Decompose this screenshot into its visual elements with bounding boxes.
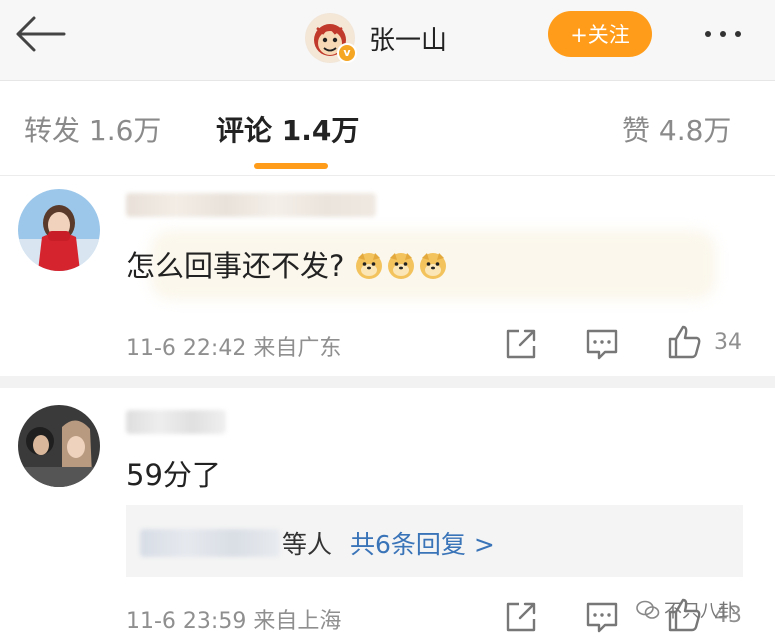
- comment-text: 怎么回事还不发?: [126, 243, 450, 285]
- user-photo: [18, 405, 100, 487]
- comment-icon[interactable]: [584, 326, 620, 362]
- comment-body: 59分了: [126, 458, 221, 492]
- share-icon[interactable]: [503, 326, 539, 362]
- commenter-avatar[interactable]: [18, 189, 100, 271]
- comment-body: 怎么回事还不发?: [126, 249, 345, 283]
- commenter-name-redacted[interactable]: [126, 410, 226, 434]
- share-icon[interactable]: [503, 599, 539, 635]
- account-avatar[interactable]: v: [305, 13, 357, 63]
- like-icon[interactable]: [666, 324, 702, 360]
- top-bar: v 张一山 +关注: [0, 0, 775, 81]
- replies-summary[interactable]: 等人 共6条回复 >: [126, 505, 743, 577]
- more-icon: [705, 31, 711, 37]
- comment-time-location: 11-6 22:42 来自广东: [126, 336, 342, 361]
- like-count: 34: [714, 330, 742, 355]
- doge-emoji-icon: [355, 253, 382, 279]
- commenter-avatar[interactable]: [18, 405, 100, 487]
- doge-emoji-icon: [387, 253, 414, 279]
- replies-who: 等人: [282, 530, 333, 559]
- back-arrow-icon: [16, 16, 66, 52]
- more-button[interactable]: [688, 14, 758, 54]
- view-replies-link[interactable]: 共6条回复 >: [350, 525, 495, 561]
- back-button[interactable]: [12, 12, 68, 56]
- comment-icon[interactable]: [584, 599, 620, 635]
- tab-bar: 转发 1.6万 评论 1.4万 赞 4.8万: [0, 81, 775, 176]
- follow-button[interactable]: +关注: [548, 11, 652, 57]
- wechat-icon: [636, 600, 660, 619]
- replier-names-redacted: [140, 529, 280, 557]
- verified-icon: v: [337, 43, 357, 63]
- watermark-text: 不只八卦: [664, 601, 736, 622]
- more-icon-dot: [720, 31, 726, 37]
- account-header[interactable]: v 张一山: [305, 10, 447, 66]
- watermark: 不只八卦: [636, 597, 736, 623]
- commenter-name-redacted[interactable]: [126, 193, 376, 217]
- tab-reposts[interactable]: 转发 1.6万: [24, 109, 161, 149]
- tab-likes[interactable]: 赞 4.8万: [622, 109, 731, 149]
- comment-time-location: 11-6 23:59 来自上海: [126, 609, 342, 634]
- active-tab-indicator: [254, 163, 328, 169]
- comment-divider: [0, 376, 775, 388]
- more-icon-dot: [735, 31, 741, 37]
- user-photo: [18, 189, 100, 271]
- account-name: 张一山: [369, 25, 448, 56]
- tab-comments[interactable]: 评论 1.4万: [216, 109, 359, 149]
- doge-emoji-icon: [419, 253, 446, 279]
